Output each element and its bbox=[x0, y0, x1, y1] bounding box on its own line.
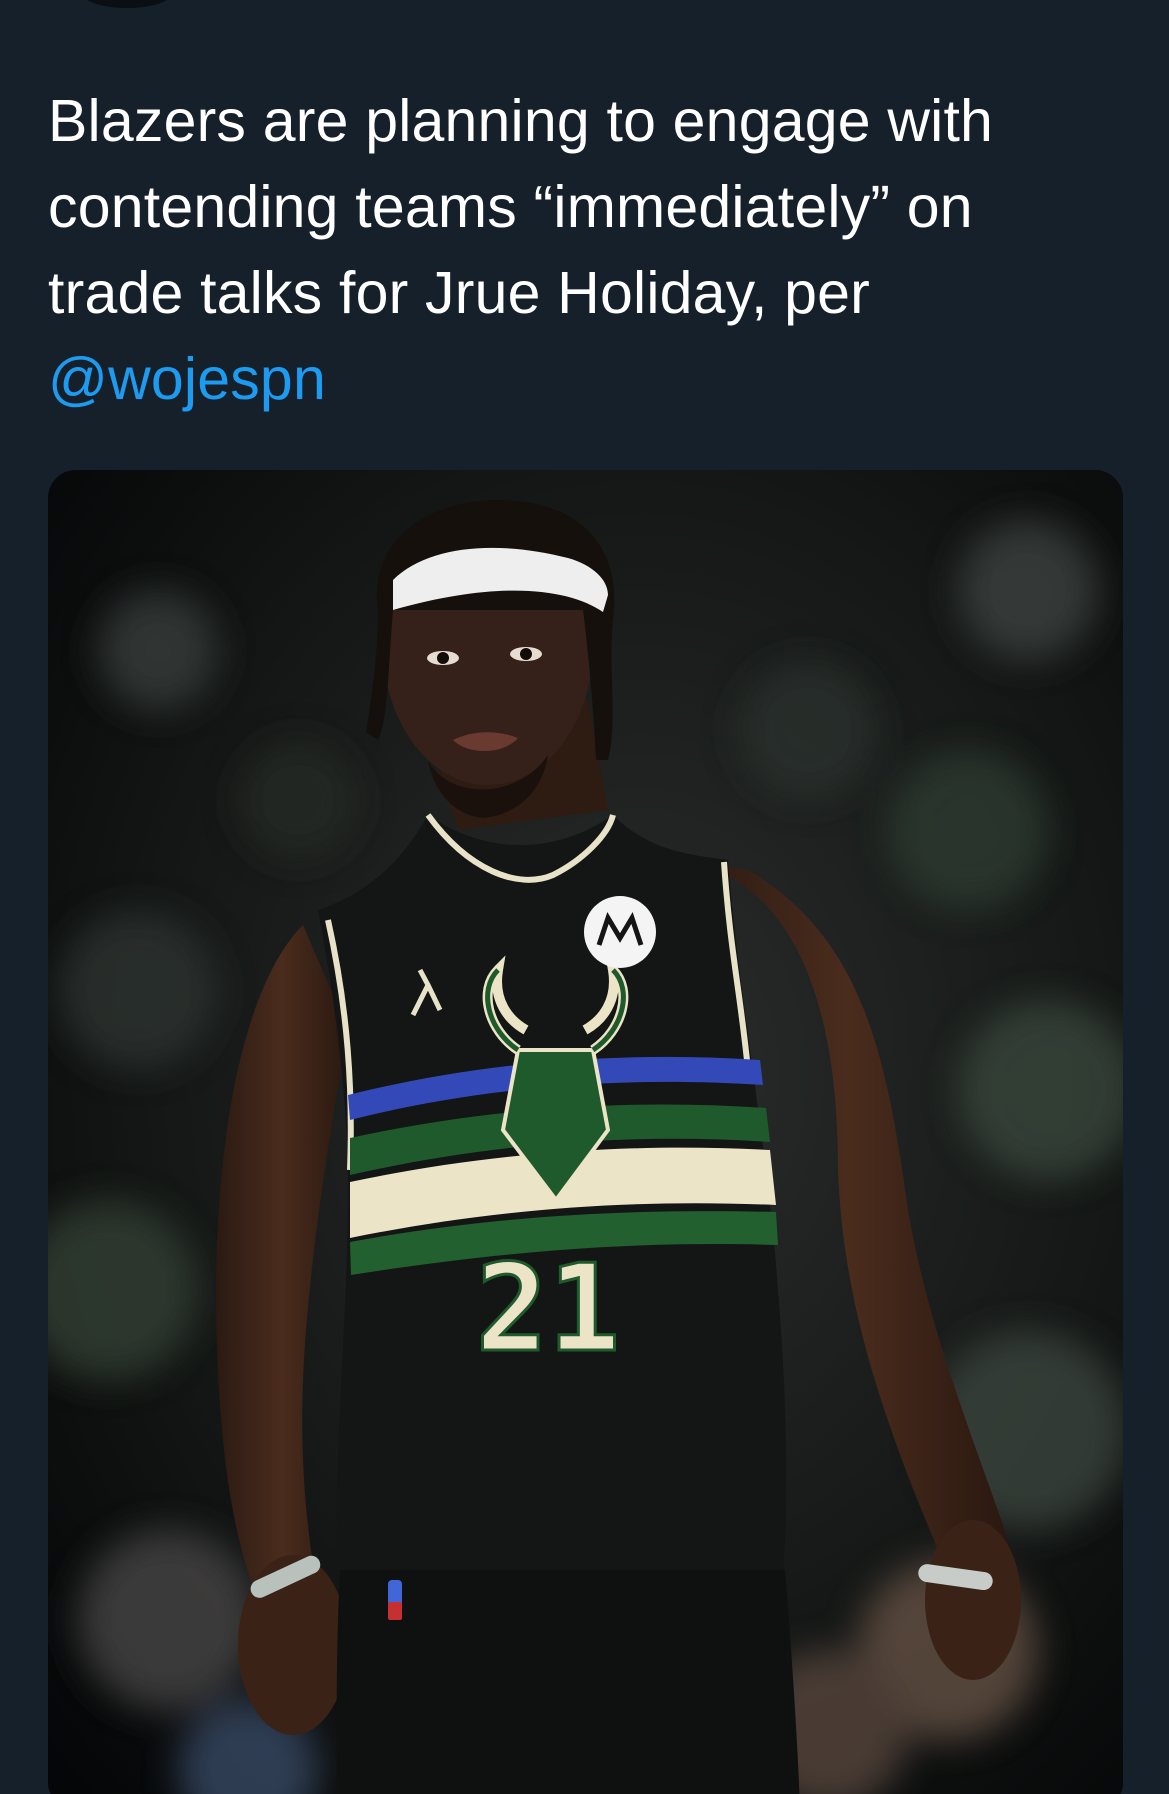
tweet-text-line-2: contending teams “immediately” on bbox=[48, 174, 973, 240]
tweet-text-line-3: trade talks for Jrue Holiday, per bbox=[48, 260, 871, 326]
jersey-number: 21 bbox=[476, 1240, 621, 1379]
sponsor-logo bbox=[584, 896, 656, 968]
tweet-text-line-1: Blazers are planning to engage with bbox=[48, 88, 994, 154]
player-photo: 21 bbox=[48, 470, 1123, 1794]
right-hand bbox=[925, 1520, 1021, 1680]
tweet-text: Blazers are planning to engage with cont… bbox=[48, 78, 1108, 422]
shorts bbox=[336, 1570, 800, 1794]
tweet-media-photo[interactable]: 21 bbox=[48, 470, 1123, 1794]
mention-link[interactable]: @wojespn bbox=[48, 336, 326, 422]
author-avatar[interactable] bbox=[82, 0, 172, 8]
